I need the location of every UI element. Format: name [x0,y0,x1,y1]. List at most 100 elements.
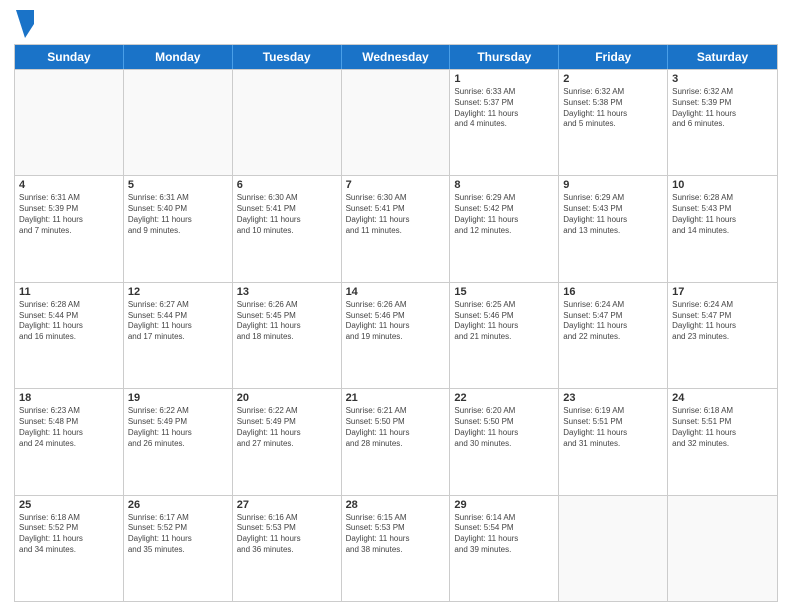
calendar-cell [15,70,124,175]
cell-date: 27 [237,499,337,511]
calendar: SundayMondayTuesdayWednesdayThursdayFrid… [14,44,778,602]
cell-date: 6 [237,179,337,191]
cell-date: 15 [454,286,554,298]
cell-date: 2 [563,73,663,85]
calendar-cell: 16 Sunrise: 6:24 AM Sunset: 5:47 PM Dayli… [559,283,668,388]
calendar-cell: 6 Sunrise: 6:30 AM Sunset: 5:41 PM Daylig… [233,176,342,281]
cell-info: Sunrise: 6:26 AM Sunset: 5:46 PM Dayligh… [346,300,446,343]
cell-date: 1 [454,73,554,85]
calendar-cell: 8 Sunrise: 6:29 AM Sunset: 5:42 PM Daylig… [450,176,559,281]
calendar-cell: 26 Sunrise: 6:17 AM Sunset: 5:52 PM Dayli… [124,496,233,601]
cell-info: Sunrise: 6:22 AM Sunset: 5:49 PM Dayligh… [128,406,228,449]
calendar-body: 1 Sunrise: 6:33 AM Sunset: 5:37 PM Daylig… [15,69,777,601]
cell-info: Sunrise: 6:23 AM Sunset: 5:48 PM Dayligh… [19,406,119,449]
header-day-sunday: Sunday [15,45,124,69]
calendar-cell: 11 Sunrise: 6:28 AM Sunset: 5:44 PM Dayli… [15,283,124,388]
calendar-cell: 29Sunrise: 6:14 AM Sunset: 5:54 PM Dayli… [450,496,559,601]
cell-info: Sunrise: 6:27 AM Sunset: 5:44 PM Dayligh… [128,300,228,343]
cell-info: Sunrise: 6:19 AM Sunset: 5:51 PM Dayligh… [563,406,663,449]
cell-date: 25 [19,499,119,511]
page: SundayMondayTuesdayWednesdayThursdayFrid… [0,0,792,612]
cell-date: 8 [454,179,554,191]
calendar-cell: 7 Sunrise: 6:30 AM Sunset: 5:41 PM Daylig… [342,176,451,281]
calendar-row-3: 18 Sunrise: 6:23 AM Sunset: 5:48 PM Dayli… [15,388,777,494]
calendar-cell: 23 Sunrise: 6:19 AM Sunset: 5:51 PM Dayli… [559,389,668,494]
calendar-cell: 5 Sunrise: 6:31 AM Sunset: 5:40 PM Daylig… [124,176,233,281]
cell-date: 19 [128,392,228,404]
cell-info: Sunrise: 6:30 AM Sunset: 5:41 PM Dayligh… [237,193,337,236]
cell-date: 14 [346,286,446,298]
cell-date: 24 [672,392,773,404]
cell-info: Sunrise: 6:24 AM Sunset: 5:47 PM Dayligh… [563,300,663,343]
cell-info: Sunrise: 6:32 AM Sunset: 5:39 PM Dayligh… [672,87,773,130]
logo-icon [16,10,34,38]
cell-info: Sunrise: 6:28 AM Sunset: 5:43 PM Dayligh… [672,193,773,236]
cell-info: Sunrise: 6:18 AM Sunset: 5:52 PM Dayligh… [19,513,119,556]
calendar-cell: 24 Sunrise: 6:18 AM Sunset: 5:51 PM Dayli… [668,389,777,494]
calendar-cell: 25 Sunrise: 6:18 AM Sunset: 5:52 PM Dayli… [15,496,124,601]
calendar-cell: 2Sunrise: 6:32 AM Sunset: 5:38 PM Daylig… [559,70,668,175]
cell-date: 10 [672,179,773,191]
calendar-cell: 9 Sunrise: 6:29 AM Sunset: 5:43 PM Daylig… [559,176,668,281]
cell-info: Sunrise: 6:15 AM Sunset: 5:53 PM Dayligh… [346,513,446,556]
header-day-thursday: Thursday [450,45,559,69]
cell-date: 5 [128,179,228,191]
cell-date: 16 [563,286,663,298]
calendar-cell: 15 Sunrise: 6:25 AM Sunset: 5:46 PM Dayli… [450,283,559,388]
calendar-cell: 3 Sunrise: 6:32 AM Sunset: 5:39 PM Daylig… [668,70,777,175]
cell-date: 26 [128,499,228,511]
cell-date: 9 [563,179,663,191]
calendar-row-2: 11 Sunrise: 6:28 AM Sunset: 5:44 PM Dayli… [15,282,777,388]
calendar-cell [559,496,668,601]
cell-date: 4 [19,179,119,191]
calendar-header: SundayMondayTuesdayWednesdayThursdayFrid… [15,45,777,69]
calendar-cell: 19 Sunrise: 6:22 AM Sunset: 5:49 PM Dayli… [124,389,233,494]
header-day-saturday: Saturday [668,45,777,69]
calendar-cell: 18 Sunrise: 6:23 AM Sunset: 5:48 PM Dayli… [15,389,124,494]
calendar-cell: 10 Sunrise: 6:28 AM Sunset: 5:43 PM Dayli… [668,176,777,281]
cell-date: 12 [128,286,228,298]
calendar-cell: 27 Sunrise: 6:16 AM Sunset: 5:53 PM Dayli… [233,496,342,601]
cell-info: Sunrise: 6:33 AM Sunset: 5:37 PM Dayligh… [454,87,554,130]
calendar-cell: 21 Sunrise: 6:21 AM Sunset: 5:50 PM Dayli… [342,389,451,494]
cell-date: 13 [237,286,337,298]
cell-date: 17 [672,286,773,298]
cell-date: 18 [19,392,119,404]
calendar-cell: 13 Sunrise: 6:26 AM Sunset: 5:45 PM Dayli… [233,283,342,388]
cell-info: Sunrise: 6:18 AM Sunset: 5:51 PM Dayligh… [672,406,773,449]
cell-info: Sunrise: 6:29 AM Sunset: 5:43 PM Dayligh… [563,193,663,236]
calendar-cell: 12 Sunrise: 6:27 AM Sunset: 5:44 PM Dayli… [124,283,233,388]
cell-info: Sunrise: 6:31 AM Sunset: 5:40 PM Dayligh… [128,193,228,236]
cell-info: Sunrise: 6:26 AM Sunset: 5:45 PM Dayligh… [237,300,337,343]
cell-info: Sunrise: 6:17 AM Sunset: 5:52 PM Dayligh… [128,513,228,556]
logo [14,10,34,38]
calendar-cell: 14 Sunrise: 6:26 AM Sunset: 5:46 PM Dayli… [342,283,451,388]
cell-info: Sunrise: 6:31 AM Sunset: 5:39 PM Dayligh… [19,193,119,236]
header-day-friday: Friday [559,45,668,69]
calendar-cell: 22Sunrise: 6:20 AM Sunset: 5:50 PM Dayli… [450,389,559,494]
cell-date: 21 [346,392,446,404]
calendar-cell [124,70,233,175]
cell-info: Sunrise: 6:22 AM Sunset: 5:49 PM Dayligh… [237,406,337,449]
cell-info: Sunrise: 6:29 AM Sunset: 5:42 PM Dayligh… [454,193,554,236]
calendar-row-4: 25 Sunrise: 6:18 AM Sunset: 5:52 PM Dayli… [15,495,777,601]
cell-date: 3 [672,73,773,85]
cell-info: Sunrise: 6:25 AM Sunset: 5:46 PM Dayligh… [454,300,554,343]
cell-info: Sunrise: 6:30 AM Sunset: 5:41 PM Dayligh… [346,193,446,236]
cell-date: 22 [454,392,554,404]
calendar-row-0: 1 Sunrise: 6:33 AM Sunset: 5:37 PM Daylig… [15,69,777,175]
cell-date: 7 [346,179,446,191]
calendar-cell: 4 Sunrise: 6:31 AM Sunset: 5:39 PM Daylig… [15,176,124,281]
cell-info: Sunrise: 6:16 AM Sunset: 5:53 PM Dayligh… [237,513,337,556]
calendar-cell [233,70,342,175]
cell-date: 20 [237,392,337,404]
calendar-cell: 1 Sunrise: 6:33 AM Sunset: 5:37 PM Daylig… [450,70,559,175]
cell-date: 23 [563,392,663,404]
cell-info: Sunrise: 6:21 AM Sunset: 5:50 PM Dayligh… [346,406,446,449]
header-day-tuesday: Tuesday [233,45,342,69]
cell-info: Sunrise: 6:28 AM Sunset: 5:44 PM Dayligh… [19,300,119,343]
header-day-monday: Monday [124,45,233,69]
cell-date: 11 [19,286,119,298]
header [14,10,778,38]
calendar-cell [342,70,451,175]
